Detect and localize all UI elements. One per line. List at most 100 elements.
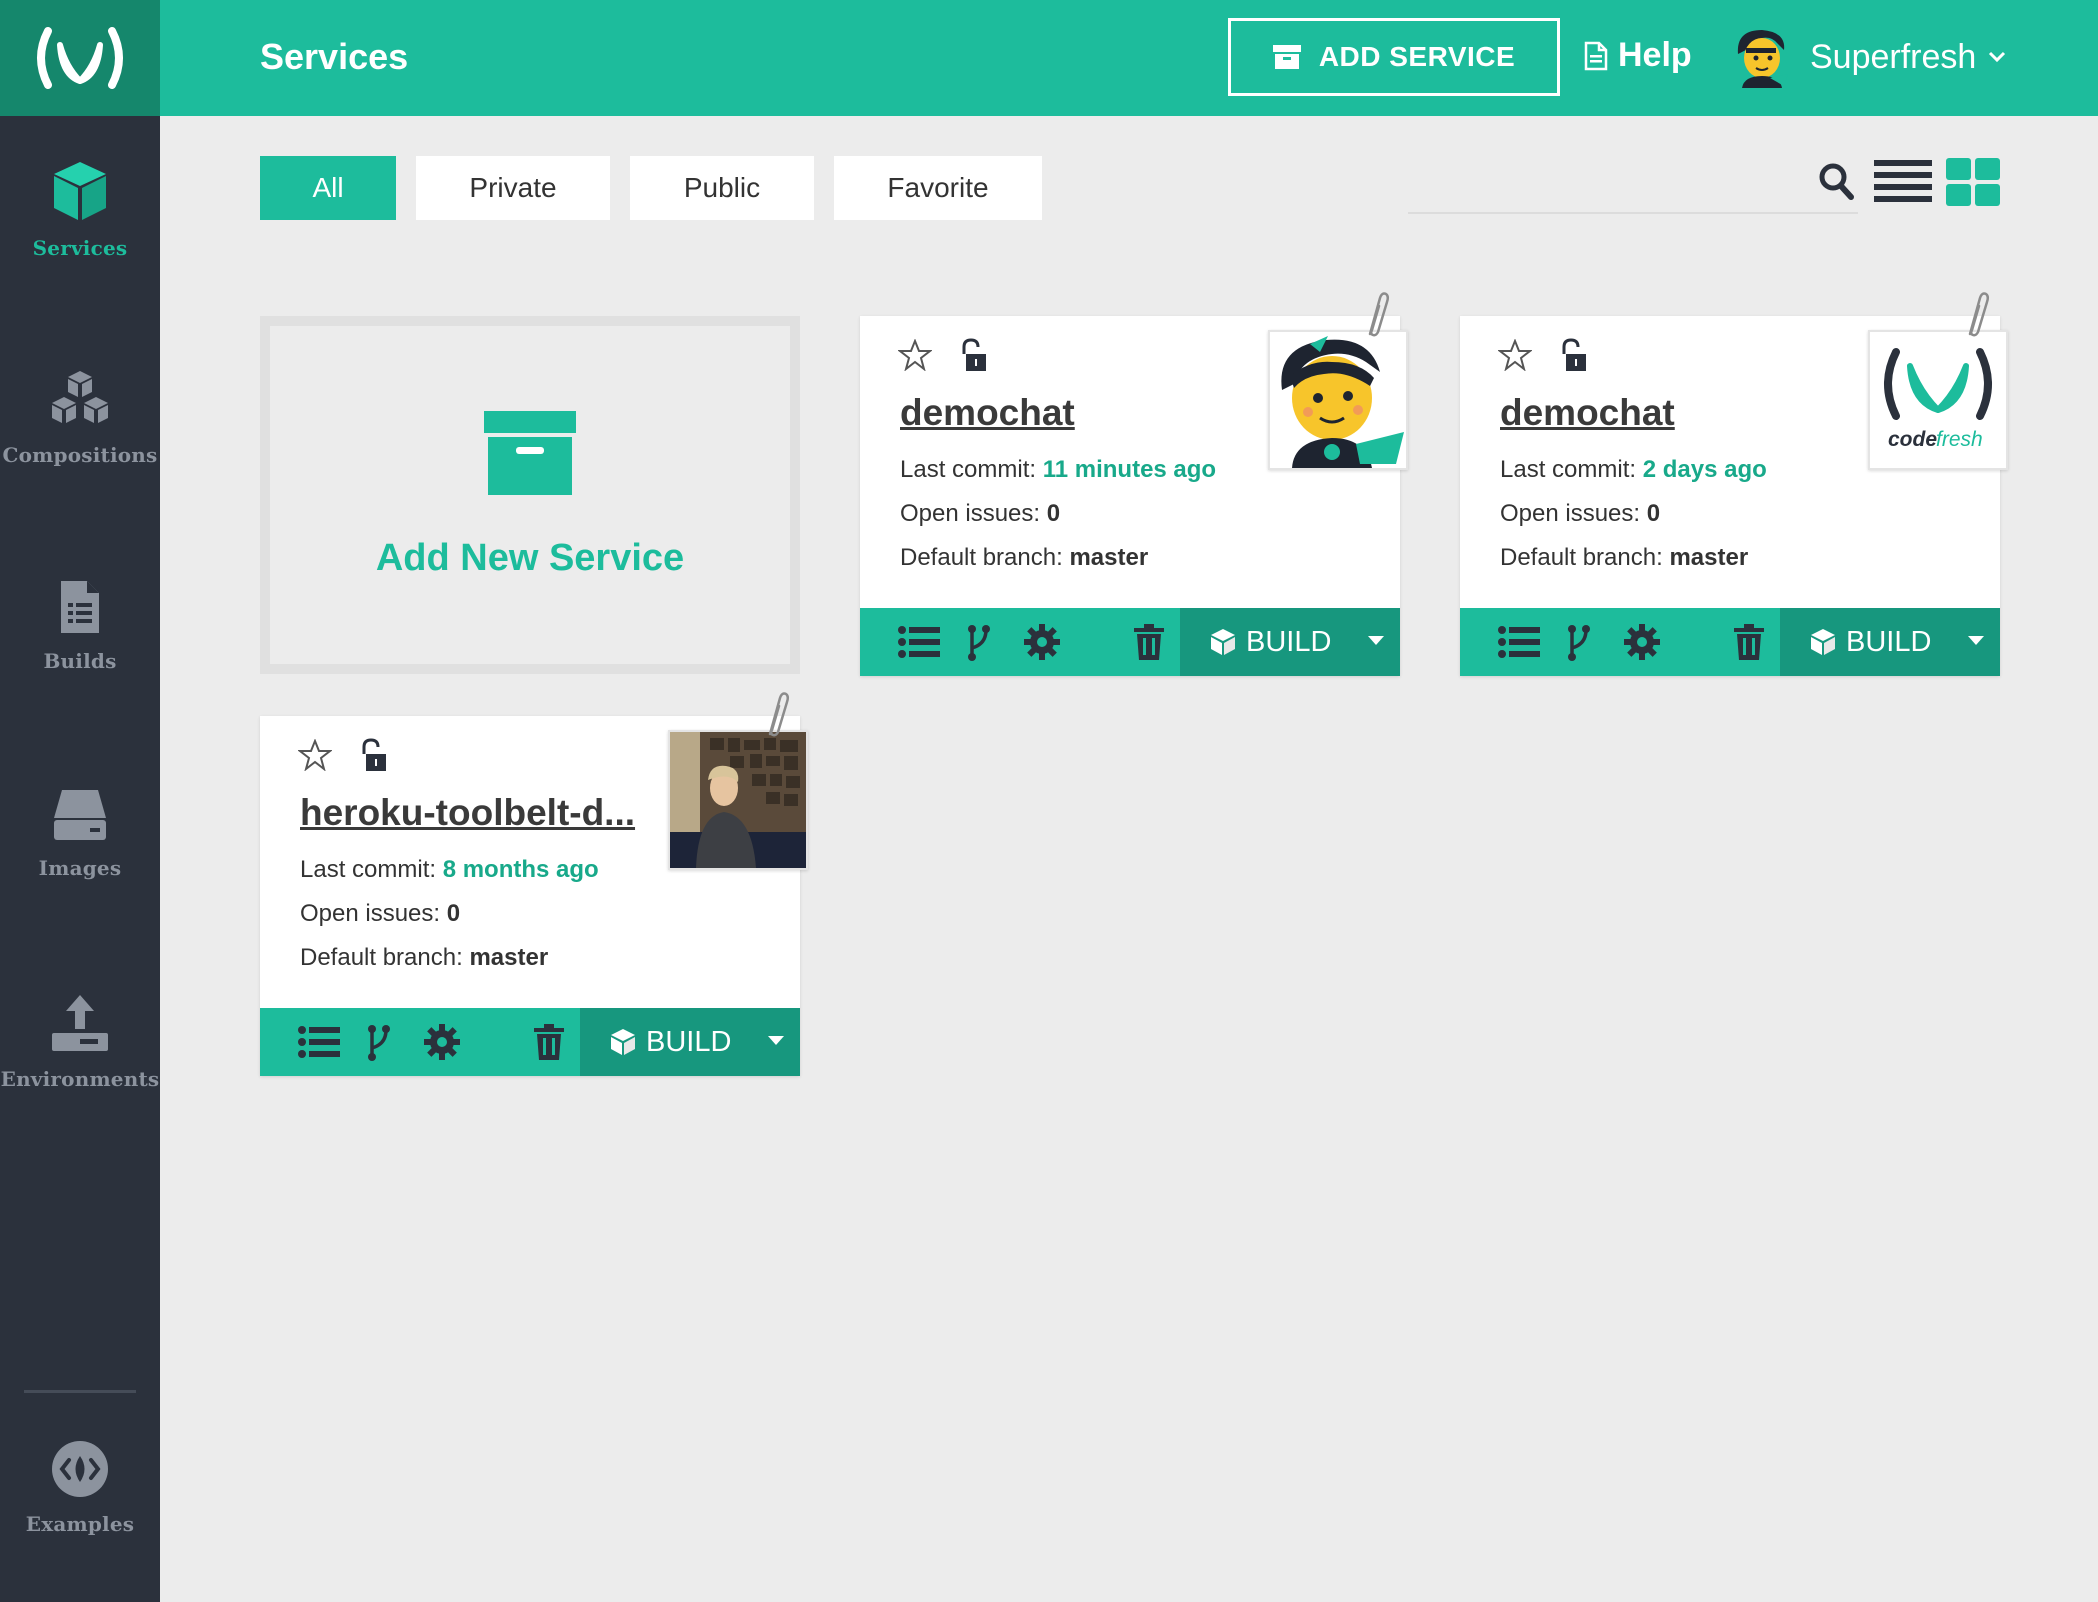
open-issues-row: Open issues: 0 — [300, 900, 460, 928]
open-issues-row: Open issues: 0 — [1500, 500, 1660, 528]
caret-down-icon[interactable] — [1968, 636, 1984, 646]
codefresh-logo[interactable] — [0, 0, 160, 116]
cube-icon — [611, 1029, 635, 1055]
trash-icon[interactable] — [1134, 624, 1164, 660]
code-leaf-icon — [52, 1441, 108, 1497]
cube-icon — [1211, 629, 1235, 655]
service-name-link[interactable]: heroku-toolbelt-d... — [300, 792, 635, 834]
list-icon[interactable] — [898, 624, 940, 660]
open-issues-label: Open issues: — [900, 500, 1041, 527]
paperclip-icon — [1368, 292, 1390, 337]
search-icon[interactable] — [1818, 162, 1854, 200]
build-button[interactable]: BUILD — [580, 1008, 800, 1076]
last-commit-row: Last commit: 2 days ago — [1500, 456, 1767, 484]
default-branch-row: Default branch: master — [300, 944, 548, 972]
build-label: BUILD — [646, 1025, 732, 1058]
build-button[interactable]: BUILD — [1780, 608, 2000, 676]
sidebar-item-compositions[interactable]: Compositions — [0, 338, 160, 498]
trash-icon[interactable] — [534, 1024, 564, 1060]
sidebar-item-label: Environments — [0, 1067, 160, 1091]
help-link[interactable]: Help — [1584, 36, 1692, 75]
open-issues-label: Open issues: — [1500, 500, 1641, 527]
open-issues-label: Open issues: — [300, 900, 441, 927]
user-menu[interactable]: Superfresh — [1732, 26, 2006, 88]
service-name-link[interactable]: demochat — [900, 392, 1075, 434]
star-icon[interactable] — [298, 739, 332, 771]
page-title: Services — [260, 36, 409, 77]
default-branch-value: master — [469, 944, 549, 971]
caret-down-icon[interactable] — [1368, 636, 1384, 646]
sidebar-item-label: Examples — [25, 1512, 135, 1536]
branch-icon[interactable] — [1566, 624, 1592, 662]
add-new-service-card[interactable]: Add New Service — [260, 316, 800, 674]
codefresh-logo-icon — [37, 27, 123, 89]
gear-icon[interactable] — [1024, 624, 1060, 660]
logo-text-code: code — [1888, 428, 1937, 451]
branch-icon[interactable] — [366, 1024, 392, 1062]
last-commit-label: Last commit: — [900, 456, 1037, 483]
unlock-icon[interactable] — [358, 738, 388, 772]
sidebar: Services Compositions Builds Images Envi… — [0, 0, 160, 1602]
unlock-icon[interactable] — [958, 338, 988, 372]
sidebar-item-environments[interactable]: Environments — [0, 962, 160, 1122]
star-icon[interactable] — [1498, 339, 1532, 371]
caret-down-icon[interactable] — [768, 1036, 784, 1046]
archive-box-icon — [484, 410, 576, 495]
default-branch-value: master — [1069, 544, 1149, 571]
last-commit-value: 2 days ago — [1642, 456, 1767, 483]
user-name: Superfresh — [1810, 37, 1977, 76]
tab-favorite[interactable]: Favorite — [834, 156, 1042, 220]
open-issues-value: 0 — [446, 900, 461, 927]
tab-private[interactable]: Private — [416, 156, 610, 220]
star-icon[interactable] — [898, 339, 932, 371]
sidebar-item-services[interactable]: Services — [0, 130, 160, 290]
paperclip-icon — [1968, 292, 1990, 337]
default-branch-row: Default branch: master — [1500, 544, 1748, 572]
cube-icon — [1811, 629, 1835, 655]
open-issues-row: Open issues: 0 — [900, 500, 1060, 528]
service-thumbnail: code fresh — [1868, 330, 2008, 470]
last-commit-row: Last commit: 8 months ago — [300, 856, 599, 884]
card-toolbar: BUILD — [860, 608, 1400, 676]
gear-icon[interactable] — [1624, 624, 1660, 660]
last-commit-label: Last commit: — [300, 856, 437, 883]
build-label: BUILD — [1846, 625, 1932, 658]
sidebar-item-label: Builds — [43, 649, 117, 673]
trash-icon[interactable] — [1734, 624, 1764, 660]
branch-icon[interactable] — [966, 624, 992, 662]
service-thumbnail — [668, 730, 808, 870]
card-toolbar: BUILD — [1460, 608, 2000, 676]
logo-text-fresh: fresh — [1936, 428, 1983, 451]
build-button[interactable]: BUILD — [1180, 608, 1400, 676]
tab-public[interactable]: Public — [630, 156, 814, 220]
document-icon — [1584, 41, 1608, 70]
chevron-down-icon — [1989, 51, 2006, 63]
list-icon[interactable] — [298, 1024, 340, 1060]
sidebar-item-images[interactable]: Images — [0, 754, 160, 914]
unlock-icon[interactable] — [1558, 338, 1588, 372]
default-branch-value: master — [1669, 544, 1749, 571]
add-new-service-label: Add New Service — [375, 536, 685, 579]
list-icon[interactable] — [1498, 624, 1540, 660]
document-icon — [61, 581, 99, 633]
list-view-icon[interactable] — [1874, 160, 1932, 204]
grid-view-icon[interactable] — [1946, 158, 2000, 206]
default-branch-row: Default branch: master — [900, 544, 1148, 572]
tab-all[interactable]: All — [260, 156, 396, 220]
sidebar-item-label: Services — [32, 236, 128, 260]
cube-icon — [54, 162, 106, 220]
help-label: Help — [1618, 36, 1692, 74]
add-service-button[interactable]: ADD SERVICE — [1228, 18, 1560, 96]
search-input[interactable] — [1408, 212, 1858, 214]
sidebar-item-label: Images — [38, 856, 122, 880]
sidebar-item-builds[interactable]: Builds — [0, 546, 160, 706]
drive-icon — [54, 790, 106, 840]
service-name-link[interactable]: demochat — [1500, 392, 1675, 434]
service-thumbnail — [1268, 330, 1408, 470]
mascot-image — [1281, 336, 1404, 468]
avatar — [1737, 30, 1788, 88]
codefresh-logo-icon: code fresh — [1884, 348, 1992, 451]
sidebar-item-examples[interactable]: Examples — [0, 1408, 160, 1568]
last-commit-label: Last commit: — [1500, 456, 1637, 483]
gear-icon[interactable] — [424, 1024, 460, 1060]
